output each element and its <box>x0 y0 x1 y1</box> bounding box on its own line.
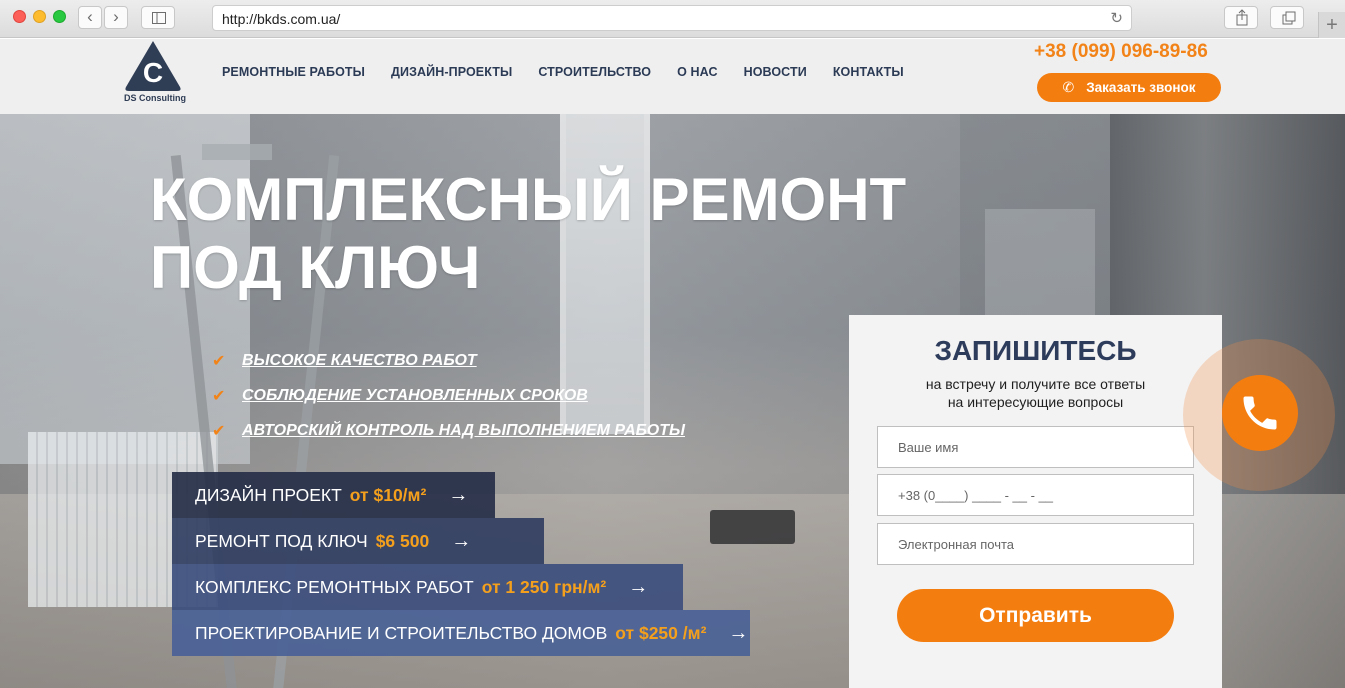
feature-text[interactable]: АВТОРСКИЙ КОНТРОЛЬ НАД ВЫПОЛНЕНИЕМ РАБОТ… <box>242 422 685 440</box>
hero-section: КОМПЛЕКСНЫЙ РЕМОНТ ПОД КЛЮЧ ✔ ВЫСОКОЕ КА… <box>0 114 1345 688</box>
service-price: от $250 /м² <box>615 622 707 643</box>
arrow-right-icon: → <box>451 529 472 552</box>
hero-title-line1: КОМПЛЕКСНЫЙ РЕМОНТ <box>150 166 907 233</box>
sidebar-icon <box>152 12 166 24</box>
service-price: от $10/м² <box>349 484 427 505</box>
service-label: КОМПЛЕКС РЕМОНТНЫХ РАБОТ <box>195 576 474 597</box>
form-subtitle-line1: на встречу и получите все ответы <box>925 376 1146 392</box>
check-icon: ✔ <box>212 352 226 370</box>
address-bar[interactable]: http://bkds.com.ua/ ↻ <box>212 5 1132 31</box>
phone-field[interactable]: +38 (0____) ____ - __ - __ <box>877 474 1194 516</box>
minimize-window-button[interactable] <box>33 10 46 23</box>
arrow-right-icon: → <box>728 621 749 644</box>
close-window-button[interactable] <box>13 10 26 23</box>
call-widget-button[interactable] <box>1222 375 1298 451</box>
url-text: http://bkds.com.ua/ <box>222 11 341 27</box>
chevron-right-icon: › <box>113 7 119 26</box>
new-tab-button[interactable]: + <box>1318 12 1345 38</box>
order-call-button[interactable]: ✆ Заказать звонок <box>1037 73 1221 102</box>
arrow-right-icon: → <box>448 483 469 506</box>
email-field[interactable]: Электронная почта <box>877 523 1194 565</box>
feature-list: ✔ ВЫСОКОЕ КАЧЕСТВО РАБОТ ✔ СОБЛЮДЕНИЕ УС… <box>212 343 685 448</box>
phone-number[interactable]: +38 (099) 096-89-86 <box>1034 41 1208 63</box>
service-label: ПРОЕКТИРОВАНИЕ И СТРОИТЕЛЬСТВО ДОМОВ <box>195 622 608 643</box>
background-ladder-top <box>202 144 272 160</box>
phone-handset-icon <box>1243 396 1277 430</box>
service-list: ДИЗАЙН ПРОЕКТ от $10/м² → РЕМОНТ ПОД КЛЮ… <box>172 472 750 656</box>
check-icon: ✔ <box>212 387 226 405</box>
service-price: от 1 250 грн/м² <box>481 576 607 597</box>
reload-icon[interactable]: ↻ <box>1110 9 1123 27</box>
form-subtitle-line2: на интересующие вопросы <box>947 394 1124 410</box>
arrow-right-icon: → <box>628 575 649 598</box>
hero-title-line2: ПОД КЛЮЧ <box>150 234 481 301</box>
submit-button[interactable]: Отправить <box>897 589 1174 642</box>
service-design-project[interactable]: ДИЗАЙН ПРОЕКТ от $10/м² → <box>172 472 495 518</box>
menu-item-construction[interactable]: СТРОИТЕЛЬСТВО <box>538 65 651 79</box>
name-field[interactable]: Ваше имя <box>877 426 1194 468</box>
service-label: РЕМОНТ ПОД КЛЮЧ <box>195 530 368 551</box>
service-label: ДИЗАЙН ПРОЕКТ <box>195 484 342 505</box>
logo-icon[interactable]: C <box>122 39 184 101</box>
feature-item: ✔ АВТОРСКИЙ КОНТРОЛЬ НАД ВЫПОЛНЕНИЕМ РАБ… <box>212 413 685 448</box>
service-price: $6 500 <box>375 530 430 551</box>
tabs-overview-button[interactable] <box>1270 6 1304 29</box>
logo-letter: C <box>143 57 163 88</box>
share-button[interactable] <box>1224 6 1258 29</box>
feature-item: ✔ СОБЛЮДЕНИЕ УСТАНОВЛЕННЫХ СРОКОВ <box>212 378 685 413</box>
phone-icon: ✆ <box>1062 79 1075 95</box>
service-turnkey-repair[interactable]: РЕМОНТ ПОД КЛЮЧ $6 500 → <box>172 518 544 564</box>
logo-caption: DS Consulting <box>124 93 186 103</box>
service-house-construction[interactable]: ПРОЕКТИРОВАНИЕ И СТРОИТЕЛЬСТВО ДОМОВ от … <box>172 610 750 656</box>
menu-item-about[interactable]: О НАС <box>677 65 717 79</box>
menu-item-contacts[interactable]: КОНТАКТЫ <box>833 65 904 79</box>
order-call-label: Заказать звонок <box>1086 80 1196 95</box>
form-title: ЗАПИШИТЕСЬ <box>934 335 1137 366</box>
forward-button[interactable]: › <box>104 6 128 29</box>
hero-title: КОМПЛЕКСНЫЙ РЕМОНТ ПОД КЛЮЧ <box>150 166 906 302</box>
share-icon <box>1236 9 1248 26</box>
feature-text[interactable]: ВЫСОКОЕ КАЧЕСТВО РАБОТ <box>242 352 477 370</box>
browser-toolbar: ‹ › http://bkds.com.ua/ ↻ + <box>0 0 1345 38</box>
tabs-icon <box>1282 11 1296 25</box>
site-header: C DS Consulting РЕМОНТНЫЕ РАБОТЫ ДИЗАЙН-… <box>0 39 1345 114</box>
signup-form: ЗАПИШИТЕСЬ на встречу и получите все отв… <box>849 315 1222 688</box>
check-icon: ✔ <box>212 422 226 440</box>
service-repair-complex[interactable]: КОМПЛЕКС РЕМОНТНЫХ РАБОТ от 1 250 грн/м²… <box>172 564 683 610</box>
back-button[interactable]: ‹ <box>78 6 102 29</box>
menu-item-news[interactable]: НОВОСТИ <box>744 65 807 79</box>
menu-item-repair[interactable]: РЕМОНТНЫЕ РАБОТЫ <box>222 65 365 79</box>
menu-item-design[interactable]: ДИЗАЙН-ПРОЕКТЫ <box>391 65 512 79</box>
feature-item: ✔ ВЫСОКОЕ КАЧЕСТВО РАБОТ <box>212 343 685 378</box>
form-subtitle: на встречу и получите все ответы на инте… <box>849 375 1222 411</box>
chevron-left-icon: ‹ <box>87 7 93 26</box>
feature-text[interactable]: СОБЛЮДЕНИЕ УСТАНОВЛЕННЫХ СРОКОВ <box>242 387 588 405</box>
zoom-window-button[interactable] <box>53 10 66 23</box>
plus-icon: + <box>1326 14 1338 36</box>
main-menu: РЕМОНТНЫЕ РАБОТЫ ДИЗАЙН-ПРОЕКТЫ СТРОИТЕЛ… <box>222 65 930 79</box>
sidebar-toggle-button[interactable] <box>141 6 175 29</box>
